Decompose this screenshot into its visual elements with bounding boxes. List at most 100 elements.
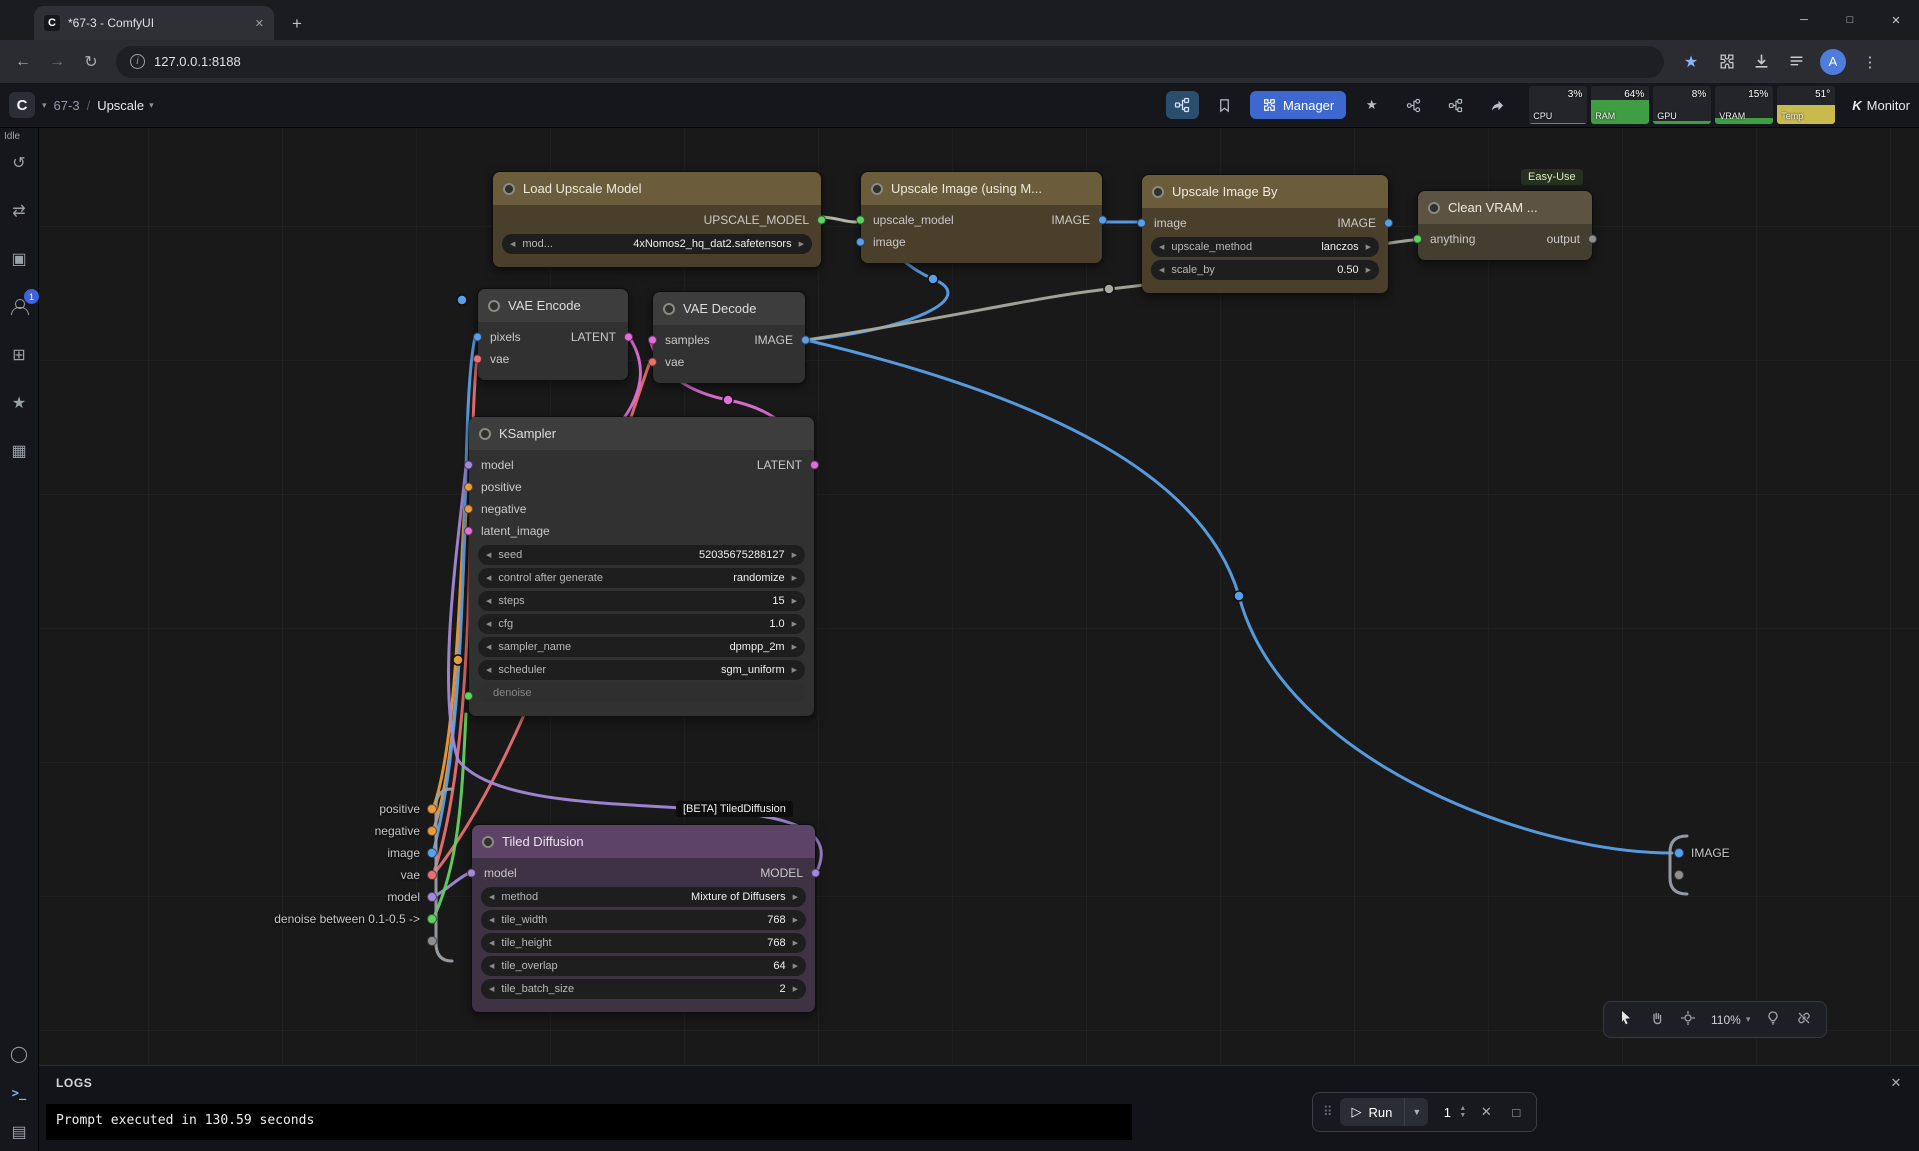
input-port-negative[interactable] xyxy=(464,504,473,514)
node-header[interactable]: Tiled Diffusion xyxy=(472,825,815,858)
io-port[interactable] xyxy=(427,804,437,814)
io-port[interactable] xyxy=(1674,870,1684,880)
run-button[interactable]: ▷ Run xyxy=(1340,1104,1405,1120)
record-icon[interactable]: ◯ xyxy=(8,1043,30,1065)
site-info-icon[interactable]: i xyxy=(130,54,145,69)
output-port-latent[interactable] xyxy=(624,332,633,342)
address-bar[interactable]: i 127.0.0.1:8188 xyxy=(116,45,1664,78)
node-clean-vram[interactable]: Clean VRAM ... anything output xyxy=(1413,190,1597,261)
prev-arrow-icon[interactable]: ◀ xyxy=(489,893,494,901)
group-input-positive[interactable]: positive xyxy=(212,798,437,820)
prev-arrow-icon[interactable]: ◀ xyxy=(486,666,491,674)
profile-avatar[interactable]: A xyxy=(1820,48,1846,75)
node-header[interactable]: Load Upscale Model xyxy=(493,172,821,205)
prev-arrow-icon[interactable]: ◀ xyxy=(1159,266,1164,274)
group-input-vae[interactable]: vae xyxy=(212,864,437,886)
tab-close-icon[interactable]: ✕ xyxy=(255,17,264,30)
logs-close-icon[interactable]: ✕ xyxy=(1891,1075,1903,1091)
widget-tile-width[interactable]: ◀ tile_width 768 ▶ xyxy=(481,910,806,930)
graph-canvas[interactable] xyxy=(39,128,1919,1151)
input-port-image[interactable] xyxy=(856,237,865,247)
maximize-button[interactable]: □ xyxy=(1827,0,1873,40)
widget-seed[interactable]: ◀ seed 52035675288127 ▶ xyxy=(478,545,805,565)
widget-tile-height[interactable]: ◀ tile_height 768 ▶ xyxy=(481,933,806,953)
widget-sampler-name[interactable]: ◀ sampler_name dpmpp_2m ▶ xyxy=(478,637,805,657)
node-vae-encode[interactable]: VAE Encode pixels LATENT vae xyxy=(473,288,633,381)
node-library-icon[interactable]: ▣ xyxy=(8,248,30,270)
prev-arrow-icon[interactable]: ◀ xyxy=(486,643,491,651)
next-arrow-icon[interactable]: ▶ xyxy=(792,620,797,628)
group-input-image[interactable]: image xyxy=(212,842,437,864)
decrement-icon[interactable]: ▼ xyxy=(1459,1112,1466,1119)
manager-button[interactable]: Manager xyxy=(1249,91,1347,119)
node-header[interactable]: Clean VRAM ... xyxy=(1418,191,1592,224)
collapse-dot[interactable] xyxy=(503,182,515,195)
prev-arrow-icon[interactable]: ◀ xyxy=(489,916,494,924)
input-port-anything[interactable] xyxy=(1413,234,1422,244)
select-cursor-icon[interactable] xyxy=(1618,1010,1634,1029)
prev-arrow-icon[interactable]: ◀ xyxy=(1159,243,1164,251)
history-icon[interactable]: ↺ xyxy=(8,152,30,174)
prev-arrow-icon[interactable]: ◀ xyxy=(486,574,491,582)
output-port-upscale-model[interactable] xyxy=(817,215,826,225)
next-arrow-icon[interactable]: ▶ xyxy=(792,666,797,674)
prev-arrow-icon[interactable]: ◀ xyxy=(486,551,491,559)
collapse-dot[interactable] xyxy=(871,182,883,195)
bookmark-star-icon[interactable]: ★ xyxy=(1680,51,1702,73)
output-port[interactable] xyxy=(1588,234,1597,244)
prev-arrow-icon[interactable]: ◀ xyxy=(489,939,494,947)
widget-cfg[interactable]: ◀ cfg 1.0 ▶ xyxy=(478,614,805,634)
input-port-latent-image[interactable] xyxy=(464,526,473,536)
next-arrow-icon[interactable]: ▶ xyxy=(793,939,798,947)
output-port-image[interactable] xyxy=(801,335,810,345)
node-vae-decode[interactable]: VAE Decode samples IMAGE vae xyxy=(648,291,810,384)
output-port-model[interactable] xyxy=(811,868,820,878)
node-header[interactable]: VAE Decode xyxy=(653,292,805,325)
group-input-denoise[interactable]: denoise between 0.1-0.5 -> xyxy=(212,908,437,930)
batch-count-steppers[interactable]: ▲ ▼ xyxy=(1459,1105,1466,1119)
share-icon[interactable] xyxy=(1481,91,1514,119)
input-port-positive[interactable] xyxy=(464,482,473,492)
monitor-toggle[interactable]: K Monitor xyxy=(1852,98,1910,113)
next-arrow-icon[interactable]: ▶ xyxy=(792,551,797,559)
increment-icon[interactable]: ▲ xyxy=(1459,1105,1466,1112)
convert-icon[interactable]: ⇄ xyxy=(8,200,30,222)
widget-denoise-disabled[interactable]: denoise xyxy=(478,683,805,703)
browser-tab[interactable]: C *67-3 - ComfyUI ✕ xyxy=(34,6,274,40)
reload-button[interactable]: ↻ xyxy=(76,52,106,72)
widget-model-name[interactable]: ◀ mod... 4xNomos2_hq_dat2.safetensors ▶ xyxy=(502,234,812,254)
breadcrumb-workflow-name[interactable]: Upscale ▾ xyxy=(97,98,154,113)
panel-layout-icon[interactable]: ▤ xyxy=(8,1121,30,1143)
node-header[interactable]: Upscale Image (using M... xyxy=(861,172,1102,205)
io-port[interactable] xyxy=(1674,848,1684,858)
input-port-model[interactable] xyxy=(467,868,476,878)
input-port-upscale-model[interactable] xyxy=(856,215,865,225)
stop-icon[interactable]: □ xyxy=(1506,1105,1526,1120)
collapse-dot[interactable] xyxy=(1428,201,1440,214)
graph-tool-alt-icon[interactable] xyxy=(1439,91,1472,119)
widget-control-after-generate[interactable]: ◀ control after generate randomize ▶ xyxy=(478,568,805,588)
widget-tile-batch-size[interactable]: ◀ tile_batch_size 2 ▶ xyxy=(481,979,806,999)
node-upscale-image-by[interactable]: Upscale Image By image IMAGE ◀ upscale_m… xyxy=(1137,174,1393,294)
breadcrumb-workflow-id[interactable]: 67-3 xyxy=(54,98,80,113)
bookmarks-star-icon[interactable]: ★ xyxy=(8,392,30,414)
next-arrow-icon[interactable]: ▶ xyxy=(793,985,798,993)
browser-menu-icon[interactable]: ⋮ xyxy=(1859,51,1881,73)
io-port[interactable] xyxy=(427,936,437,946)
prev-arrow-icon[interactable]: ◀ xyxy=(486,597,491,605)
drag-handle-icon[interactable]: ⠿ xyxy=(1323,1104,1332,1120)
input-port-denoise[interactable] xyxy=(464,691,473,701)
window-close-button[interactable]: ✕ xyxy=(1873,0,1919,40)
downloads-icon[interactable] xyxy=(1750,51,1772,73)
input-port-vae[interactable] xyxy=(473,354,482,364)
clear-queue-icon[interactable]: ✕ xyxy=(1476,1104,1496,1120)
node-header[interactable]: Upscale Image By xyxy=(1142,175,1388,208)
input-port-image[interactable] xyxy=(1137,218,1146,228)
input-port-pixels[interactable] xyxy=(473,332,482,342)
node-ksampler[interactable]: KSampler model LATENT positive negative … xyxy=(464,416,819,717)
io-port[interactable] xyxy=(427,914,437,924)
group-output-empty[interactable] xyxy=(1674,864,1730,886)
graph-tool-icon[interactable] xyxy=(1397,91,1430,119)
widget-upscale-method[interactable]: ◀ upscale_method lanczos ▶ xyxy=(1151,237,1379,257)
minimize-button[interactable]: ─ xyxy=(1781,0,1827,40)
